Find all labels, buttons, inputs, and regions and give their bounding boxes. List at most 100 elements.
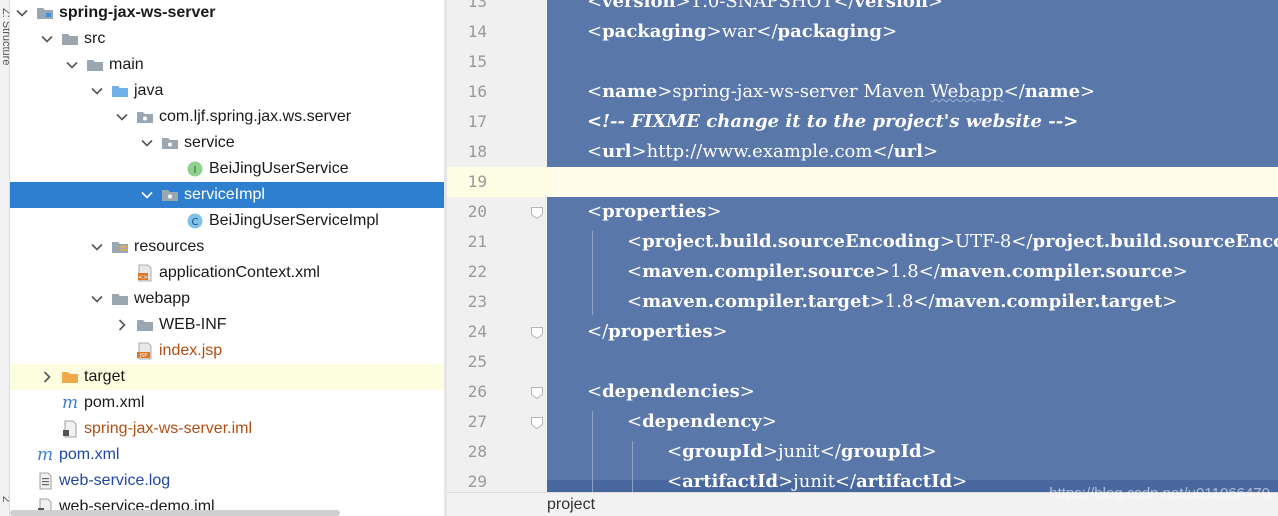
tree-row[interactable]: WEB-INF	[10, 312, 444, 338]
code-line[interactable]: <!-- FIXME change it to the project's we…	[587, 107, 1078, 137]
indent-guide	[592, 231, 593, 315]
tree-row[interactable]: main	[10, 52, 444, 78]
tree-row[interactable]: C BeiJingUserServiceImpl	[10, 208, 444, 234]
indent-guide	[592, 411, 593, 492]
fold-icon[interactable]	[530, 385, 544, 400]
tree-row-label: webapp	[134, 290, 191, 307]
line-number-gutter[interactable]: 13 14 15 16 17 18 19 20 21 22 23 24 25 26 27 28 29	[447, 0, 547, 492]
line-number: 21	[467, 232, 487, 251]
bottom-tab-label[interactable]: 2	[0, 496, 9, 502]
chevron-down-icon[interactable]	[39, 31, 55, 47]
tree-row[interactable]: webapp	[10, 286, 444, 312]
svg-text:<>: <>	[138, 274, 148, 281]
tree-row-label: pom.xml	[59, 446, 120, 463]
code-line[interactable]: <packaging>war</packaging>	[587, 17, 897, 47]
tree-row[interactable]: service	[10, 130, 444, 156]
maven-icon: m	[36, 446, 54, 464]
tree-row[interactable]: <> applicationContext.xml	[10, 260, 444, 286]
tree-row[interactable]: resources	[10, 234, 444, 260]
tree-row[interactable]: I BeiJingUserService	[10, 156, 444, 182]
tree-row[interactable]: serviceImpl	[10, 182, 444, 208]
tree-row-label: main	[109, 56, 144, 73]
tree-row-label: src	[84, 30, 106, 47]
line-number: 16	[467, 82, 487, 101]
line-number: 20	[467, 202, 487, 221]
tree-row[interactable]: m pom.xml	[10, 390, 444, 416]
xml-editor[interactable]: 13 14 15 16 17 18 19 20 21 22 23 24 25 26 27 28 29 <vers…	[447, 0, 1278, 516]
svg-text:m: m	[37, 446, 53, 464]
code-line[interactable]: <artifactId>junit</artifactId>	[667, 467, 967, 492]
indent-guide	[632, 441, 633, 492]
svg-text:I: I	[194, 165, 197, 176]
code-line[interactable]: <groupId>junit</groupId>	[667, 437, 937, 467]
package-icon	[161, 134, 179, 152]
line-number: 23	[467, 292, 487, 311]
fold-icon[interactable]	[530, 325, 544, 340]
tree-row-label: resources	[134, 238, 205, 255]
tree-row-label: serviceImpl	[184, 186, 265, 203]
tree-row-label: service	[184, 134, 235, 151]
chevron-down-icon[interactable]	[139, 135, 155, 151]
tree-row[interactable]: spring-jax-ws-server	[10, 0, 444, 26]
folder-icon	[61, 30, 79, 48]
structure-tab-label[interactable]: Z: Structure	[0, 8, 9, 65]
line-number: 24	[467, 322, 487, 341]
tree-horizontal-scrollbar[interactable]	[10, 510, 340, 516]
chevron-down-icon[interactable]	[89, 291, 105, 307]
excluded-folder-icon	[61, 368, 79, 386]
tree-row[interactable]: spring-jax-ws-server.iml	[10, 416, 444, 442]
tree-row[interactable]: web-service.log	[10, 468, 444, 494]
chevron-right-icon[interactable]	[39, 369, 55, 385]
tree-row[interactable]: com.ljf.spring.jax.ws.server	[10, 104, 444, 130]
chevron-down-icon[interactable]	[139, 187, 155, 203]
code-line[interactable]: <maven.compiler.target>1.8</maven.compil…	[627, 287, 1177, 317]
interface-icon: I	[186, 160, 204, 178]
svg-text:m: m	[62, 394, 78, 412]
structure-tool-window-strip[interactable]: Z: Structure 2	[0, 0, 10, 516]
chevron-down-icon[interactable]	[114, 109, 130, 125]
code-line[interactable]: <version>1.0-SNAPSHOT</version>	[587, 0, 943, 17]
fold-icon[interactable]	[530, 205, 544, 220]
svg-text:JSP: JSP	[139, 353, 148, 359]
tree-row[interactable]: src	[10, 26, 444, 52]
tree-row[interactable]: m pom.xml	[10, 442, 444, 468]
tree-row-label: com.ljf.spring.jax.ws.server	[159, 108, 352, 125]
chevron-right-icon[interactable]	[114, 317, 130, 333]
code-line[interactable]: <project.build.sourceEncoding>UTF-8</pro…	[627, 227, 1278, 257]
tree-row[interactable]: target	[10, 364, 444, 390]
code-line[interactable]: <dependencies>	[587, 377, 755, 407]
tree-row-label: java	[134, 82, 164, 99]
tree-row-label: BeiJingUserService	[209, 160, 349, 177]
tree-row-label: spring-jax-ws-server.iml	[84, 420, 253, 437]
breadcrumb-project[interactable]: project	[547, 496, 595, 514]
folder-icon	[111, 290, 129, 308]
tree-row[interactable]: JSP index.jsp	[10, 338, 444, 364]
code-line[interactable]: <maven.compiler.source>1.8</maven.compil…	[627, 257, 1188, 287]
code-line[interactable]: <dependency>	[627, 407, 777, 437]
fold-icon[interactable]	[530, 415, 544, 430]
code-area[interactable]: <version>1.0-SNAPSHOT</version> <packagin…	[547, 0, 1278, 492]
line-number: 27	[467, 412, 487, 431]
code-line[interactable]: </properties>	[587, 317, 728, 347]
tree-row[interactable]: java	[10, 78, 444, 104]
watermark: https://blog.csdn.net/u011066470	[1049, 485, 1270, 502]
code-line[interactable]: <properties>	[587, 197, 722, 227]
folder-icon	[136, 316, 154, 334]
chevron-down-icon[interactable]	[89, 239, 105, 255]
chevron-down-icon[interactable]	[64, 57, 80, 73]
iml-file-icon	[61, 420, 79, 438]
log-file-icon	[36, 472, 54, 490]
code-line[interactable]: <name>spring-jax-ws-server Maven Webapp<…	[587, 77, 1095, 107]
code-line[interactable]: <url>http://www.example.com</url>	[587, 137, 938, 167]
line-number: 26	[467, 382, 487, 401]
tree-row-label: index.jsp	[159, 342, 223, 359]
chevron-down-icon[interactable]	[14, 5, 30, 21]
project-tree[interactable]: spring-jax-ws-server src main java com.ljf.s…	[10, 0, 444, 516]
chevron-down-icon[interactable]	[89, 83, 105, 99]
